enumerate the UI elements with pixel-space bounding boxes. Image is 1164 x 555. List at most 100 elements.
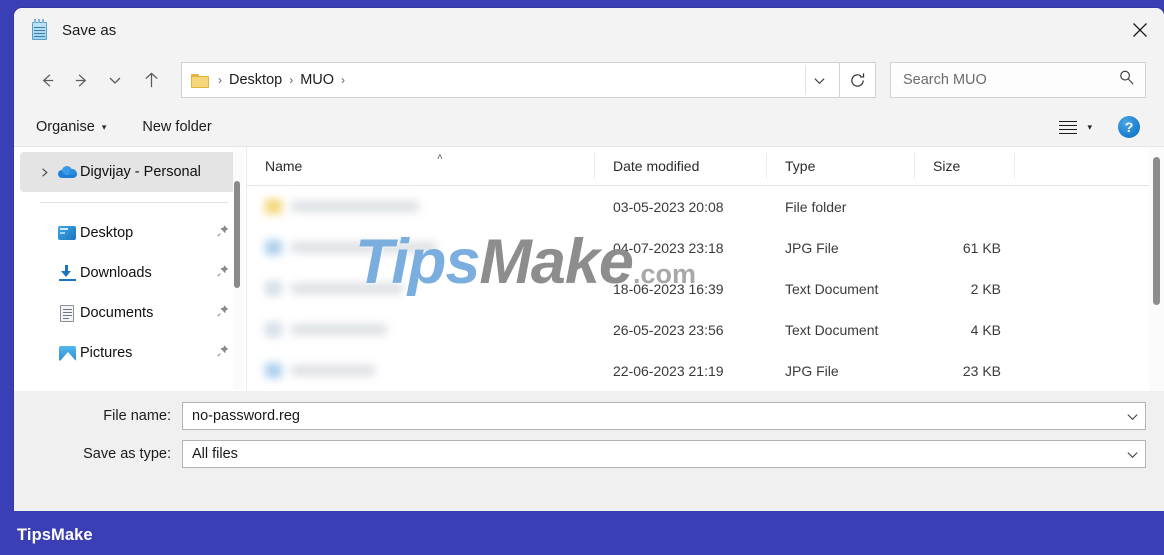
refresh-icon[interactable] — [840, 62, 876, 98]
recent-locations-chevron-down-icon[interactable] — [98, 63, 132, 97]
sidebar-item-onedrive[interactable]: Digvijay - Personal — [20, 152, 240, 192]
file-list-scrollbar-thumb[interactable] — [1153, 157, 1160, 305]
pin-icon[interactable] — [216, 224, 230, 243]
txt-file-icon — [265, 322, 282, 337]
table-row[interactable]: 03-05-2023 20:08 File folder — [247, 186, 1164, 227]
search-input[interactable] — [903, 72, 1118, 88]
column-header-row: Name ˄ Date modified Type Size — [247, 147, 1164, 186]
column-header-size[interactable]: Size — [915, 153, 1015, 179]
sidebar-item-label: Digvijay - Personal — [80, 164, 201, 180]
pin-icon[interactable] — [216, 304, 230, 323]
file-type-cell: File folder — [785, 198, 847, 215]
file-name-cell — [247, 240, 595, 255]
file-name-cell — [247, 363, 595, 378]
save-as-type-row: Save as type: All files — [14, 439, 1164, 469]
chevron-down-icon: ▾ — [101, 121, 107, 132]
table-row[interactable]: 26-05-2023 23:56 Text Document 4 KB — [247, 309, 1164, 350]
command-toolbar: Organise ▾ New folder ▾ ? — [14, 108, 1164, 146]
notepad-icon — [30, 19, 50, 41]
pin-icon[interactable] — [216, 264, 230, 283]
chevron-down-icon[interactable] — [1119, 448, 1145, 461]
file-name-text — [291, 324, 387, 335]
navigation-sidebar: Digvijay - Personal Desktop Downloads Do… — [14, 147, 246, 391]
file-date-modified-cell: 26-05-2023 23:56 — [613, 321, 724, 338]
footer-brand: TipsMake — [17, 526, 93, 544]
table-row[interactable]: 22-06-2023 21:19 JPG File 23 KB — [247, 350, 1164, 391]
file-rows: 03-05-2023 20:08 File folder 04-07-2023 23… — [247, 186, 1164, 391]
breadcrumb-desktop[interactable]: Desktop — [226, 72, 285, 88]
title-bar: Save as — [14, 8, 1164, 52]
file-type-cell: JPG File — [785, 239, 839, 256]
pictures-icon — [54, 345, 80, 361]
organise-label: Organise — [36, 119, 95, 135]
search-box[interactable] — [890, 62, 1146, 98]
sidebar-item-label: Documents — [80, 305, 154, 321]
view-options-button[interactable]: ▾ — [1059, 120, 1092, 135]
file-name-label: File name: — [103, 408, 171, 424]
file-size-cell: 2 KB — [970, 280, 1001, 297]
save-as-type-label: Save as type: — [83, 446, 171, 462]
breadcrumb-separator: › — [341, 73, 346, 87]
table-row[interactable]: 18-06-2023 16:39 Text Document 2 KB — [247, 268, 1164, 309]
file-name-row: File name: — [14, 401, 1164, 431]
breadcrumb-separator: › — [218, 73, 222, 87]
help-label: ? — [1124, 119, 1134, 135]
pin-icon[interactable] — [216, 344, 230, 363]
list-view-icon — [1059, 120, 1078, 135]
jpg-file-icon — [265, 363, 282, 378]
breadcrumb-muo[interactable]: MUO — [297, 72, 337, 88]
column-header-date-modified[interactable]: Date modified — [595, 153, 767, 179]
file-name-cell — [247, 281, 595, 296]
column-header-name[interactable]: Name — [247, 153, 595, 179]
file-name-cell — [247, 199, 595, 214]
organise-button[interactable]: Organise ▾ — [36, 119, 106, 135]
file-size-cell: 61 KB — [962, 239, 1001, 256]
breadcrumb-separator: › — [289, 73, 294, 87]
help-icon[interactable]: ? — [1118, 116, 1140, 138]
sidebar-item-documents[interactable]: Documents — [20, 293, 240, 333]
chevron-right-icon[interactable] — [34, 167, 54, 178]
sidebar-item-downloads[interactable]: Downloads — [20, 253, 240, 293]
file-list-pane: Name ˄ Date modified Type Size 03-05-202… — [246, 147, 1164, 391]
sidebar-item-label: Desktop — [80, 225, 134, 241]
file-type-cell: JPG File — [785, 362, 839, 379]
up-arrow-icon[interactable] — [132, 63, 170, 97]
column-header-filler — [1015, 153, 1164, 179]
close-icon[interactable] — [1116, 8, 1164, 52]
file-name-text — [291, 242, 437, 253]
address-chevron-down-icon[interactable] — [805, 65, 833, 95]
file-name-field[interactable] — [182, 402, 1146, 430]
file-date-modified-cell: 18-06-2023 16:39 — [613, 280, 724, 297]
sidebar-item-pictures[interactable]: Pictures — [20, 333, 240, 373]
sidebar-item-label: Downloads — [80, 265, 152, 281]
file-name-cell — [247, 322, 595, 337]
sidebar-scrollbar[interactable] — [233, 151, 244, 389]
jpg-file-icon — [265, 240, 282, 255]
address-bar[interactable]: › Desktop › MUO › — [181, 62, 840, 98]
file-size-cell: 4 KB — [970, 321, 1001, 338]
navigation-bar: › Desktop › MUO › — [14, 52, 1164, 108]
desktop-icon — [54, 226, 80, 240]
sort-ascending-icon: ˄ — [437, 152, 443, 163]
sidebar-divider — [40, 202, 228, 203]
forward-arrow-icon[interactable] — [64, 63, 98, 97]
downloads-icon — [54, 265, 80, 281]
sidebar-scrollbar-thumb[interactable] — [234, 181, 240, 288]
new-folder-button[interactable]: New folder — [142, 119, 211, 135]
chevron-down-icon[interactable] — [1119, 410, 1145, 423]
save-as-type-select[interactable]: All files — [182, 440, 1146, 468]
file-name-input[interactable] — [192, 408, 1119, 424]
folder-icon — [265, 199, 282, 214]
file-list-scrollbar[interactable] — [1149, 147, 1164, 391]
search-icon[interactable] — [1118, 69, 1135, 91]
chevron-down-icon: ▾ — [1087, 121, 1092, 132]
documents-icon — [54, 304, 80, 322]
column-header-type[interactable]: Type — [767, 153, 915, 179]
file-name-text — [291, 201, 419, 212]
sidebar-item-desktop[interactable]: Desktop — [20, 213, 240, 253]
back-arrow-icon[interactable] — [30, 63, 64, 97]
table-row[interactable]: 04-07-2023 23:18 JPG File 61 KB — [247, 227, 1164, 268]
file-type-cell: Text Document — [785, 280, 879, 297]
save-form: File name: Save as type: All files — [14, 391, 1164, 487]
footer-band — [0, 511, 1164, 555]
